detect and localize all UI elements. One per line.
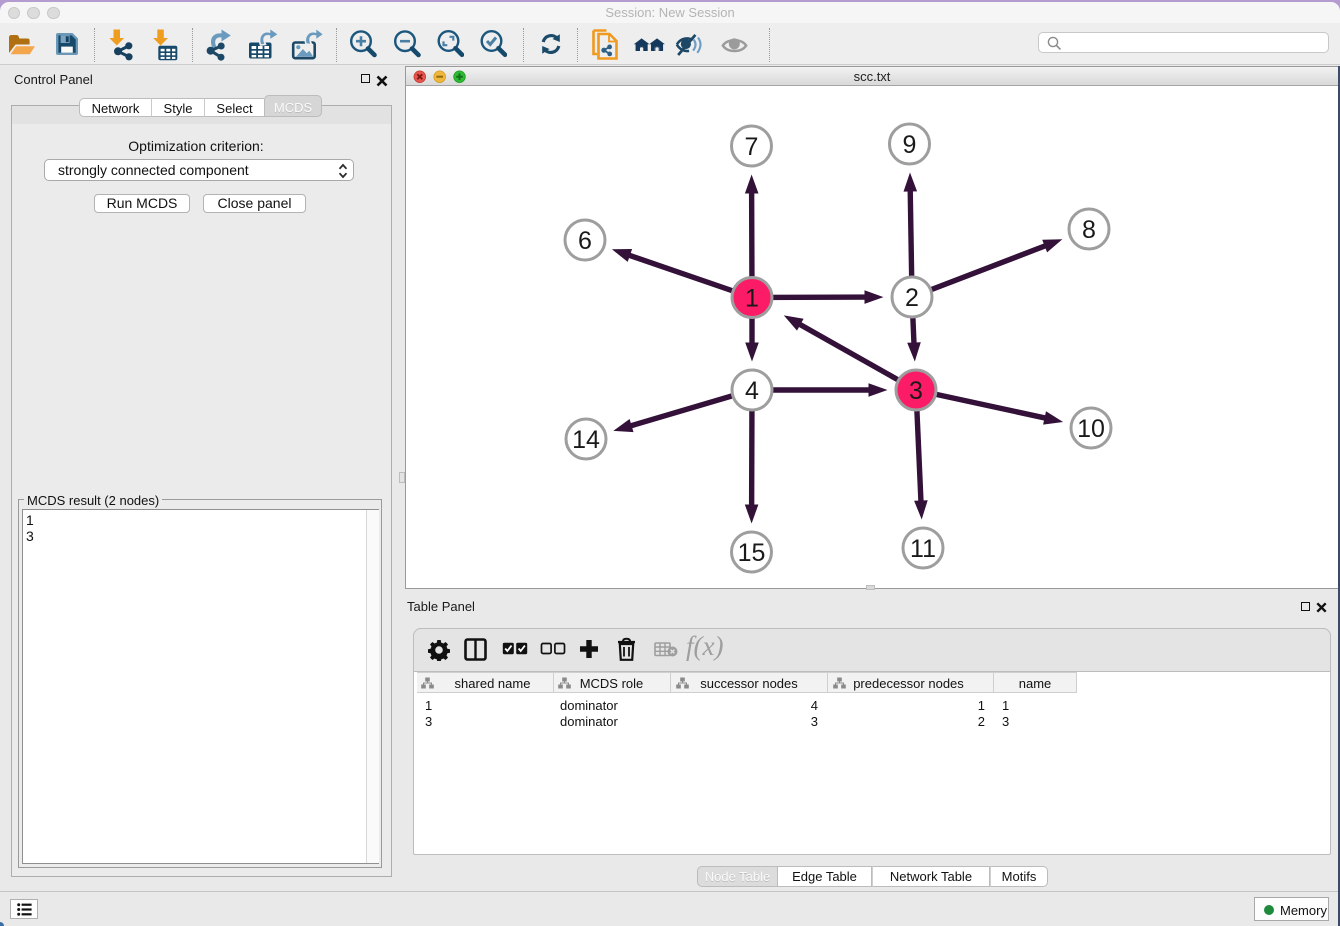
svg-text:14: 14 <box>572 426 600 454</box>
svg-text:11: 11 <box>910 535 936 563</box>
svg-text:9: 9 <box>903 131 917 159</box>
svg-text:10: 10 <box>1077 415 1105 443</box>
svg-text:7: 7 <box>745 133 759 161</box>
svg-text:4: 4 <box>745 377 759 405</box>
svg-text:1: 1 <box>745 285 759 313</box>
svg-text:6: 6 <box>578 227 592 255</box>
svg-text:15: 15 <box>738 539 766 567</box>
svg-text:2: 2 <box>905 284 919 312</box>
svg-text:8: 8 <box>1082 216 1096 244</box>
svg-text:3: 3 <box>909 377 923 405</box>
